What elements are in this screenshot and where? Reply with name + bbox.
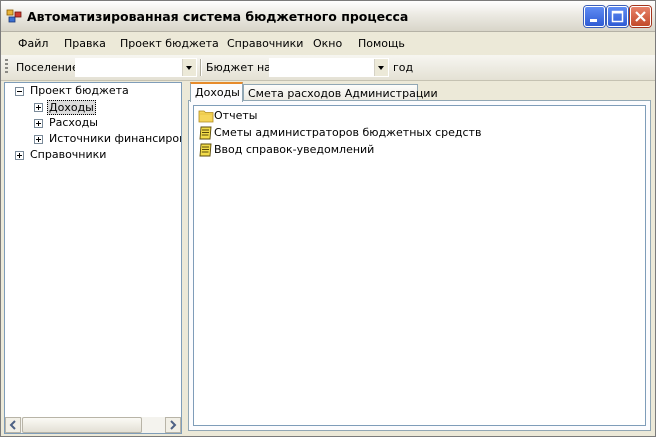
scroll-thumb[interactable] — [22, 417, 142, 433]
expand-icon[interactable] — [15, 151, 24, 160]
menu-budget-project[interactable]: Проект бюджета — [120, 37, 219, 50]
tree-node-label: Источники финансирования — [49, 132, 181, 145]
close-button[interactable] — [630, 6, 651, 27]
settlement-label: Поселение — [16, 61, 79, 74]
maximize-button[interactable] — [607, 6, 628, 27]
app-window: Автоматизированная система бюджетного пр… — [0, 0, 656, 437]
menu-references[interactable]: Справочники — [227, 37, 303, 50]
tab-page: Отчеты Сметы администраторов бюджетных с… — [188, 100, 651, 431]
items-list[interactable]: Отчеты Сметы администраторов бюджетных с… — [193, 105, 646, 426]
folder-icon — [198, 109, 214, 123]
tree-node-income[interactable]: Доходы — [5, 99, 181, 115]
list-item-label: Ввод справок-уведомлений — [214, 143, 375, 156]
scroll-right-button[interactable] — [165, 417, 181, 433]
scroll-left-button[interactable] — [5, 417, 21, 433]
collapse-icon[interactable] — [15, 87, 24, 96]
toolbar-grip[interactable] — [5, 59, 8, 75]
year-suffix-label: год — [393, 61, 414, 74]
toolbar: Поселение Бюджет на год — [1, 55, 655, 81]
chevron-right-icon — [170, 420, 177, 430]
tree-view[interactable]: Проект бюджета Доходы Расходы Источники … — [4, 82, 182, 434]
minimize-icon — [590, 19, 597, 22]
tree-node-label: Справочники — [30, 148, 107, 161]
chevron-down-icon[interactable] — [182, 59, 196, 76]
expand-icon[interactable] — [34, 135, 43, 144]
form-icon — [198, 143, 214, 157]
list-item-label: Отчеты — [214, 109, 258, 122]
tree-node-label-selected: Доходы — [47, 100, 96, 115]
tree-node-funding-sources[interactable]: Источники финансирования — [5, 131, 181, 147]
horizontal-scrollbar[interactable] — [5, 417, 181, 433]
tree-node-label: Расходы — [49, 116, 98, 129]
menu-help[interactable]: Помощь — [358, 37, 405, 50]
chevron-left-icon — [9, 420, 16, 430]
maximize-icon — [611, 10, 624, 23]
tree-node-expenses[interactable]: Расходы — [5, 115, 181, 131]
close-icon — [635, 11, 646, 22]
menu-bar: Файл Правка Проект бюджета Справочники О… — [1, 32, 655, 54]
chevron-down-icon[interactable] — [374, 59, 388, 76]
menu-file[interactable]: Файл — [18, 37, 48, 50]
toolbar-separator — [200, 59, 202, 76]
tree-node-budget-project[interactable]: Проект бюджета — [5, 83, 181, 99]
list-item-label: Сметы администраторов бюджетных средств — [214, 126, 482, 139]
expand-icon[interactable] — [34, 119, 43, 128]
expand-icon[interactable] — [34, 103, 43, 112]
tab-admin-expenses[interactable]: Смета расходов Администрации — [243, 84, 438, 101]
tab-control: Доходы Смета расходов Администрации Отче… — [186, 82, 654, 434]
menu-window[interactable]: Окно — [313, 37, 342, 50]
settlement-combo[interactable] — [75, 58, 197, 77]
form-icon — [198, 126, 214, 140]
menu-edit[interactable]: Правка — [64, 37, 106, 50]
year-combo[interactable] — [269, 58, 389, 77]
window-title: Автоматизированная система бюджетного пр… — [27, 9, 409, 24]
app-icon — [6, 9, 22, 23]
title-bar[interactable]: Автоматизированная система бюджетного пр… — [1, 1, 655, 32]
budget-label: Бюджет на — [206, 61, 271, 74]
tree-node-label: Проект бюджета — [30, 84, 129, 97]
tree-node-references[interactable]: Справочники — [5, 147, 181, 163]
minimize-button[interactable] — [584, 6, 605, 27]
tab-income[interactable]: Доходы — [190, 82, 243, 102]
